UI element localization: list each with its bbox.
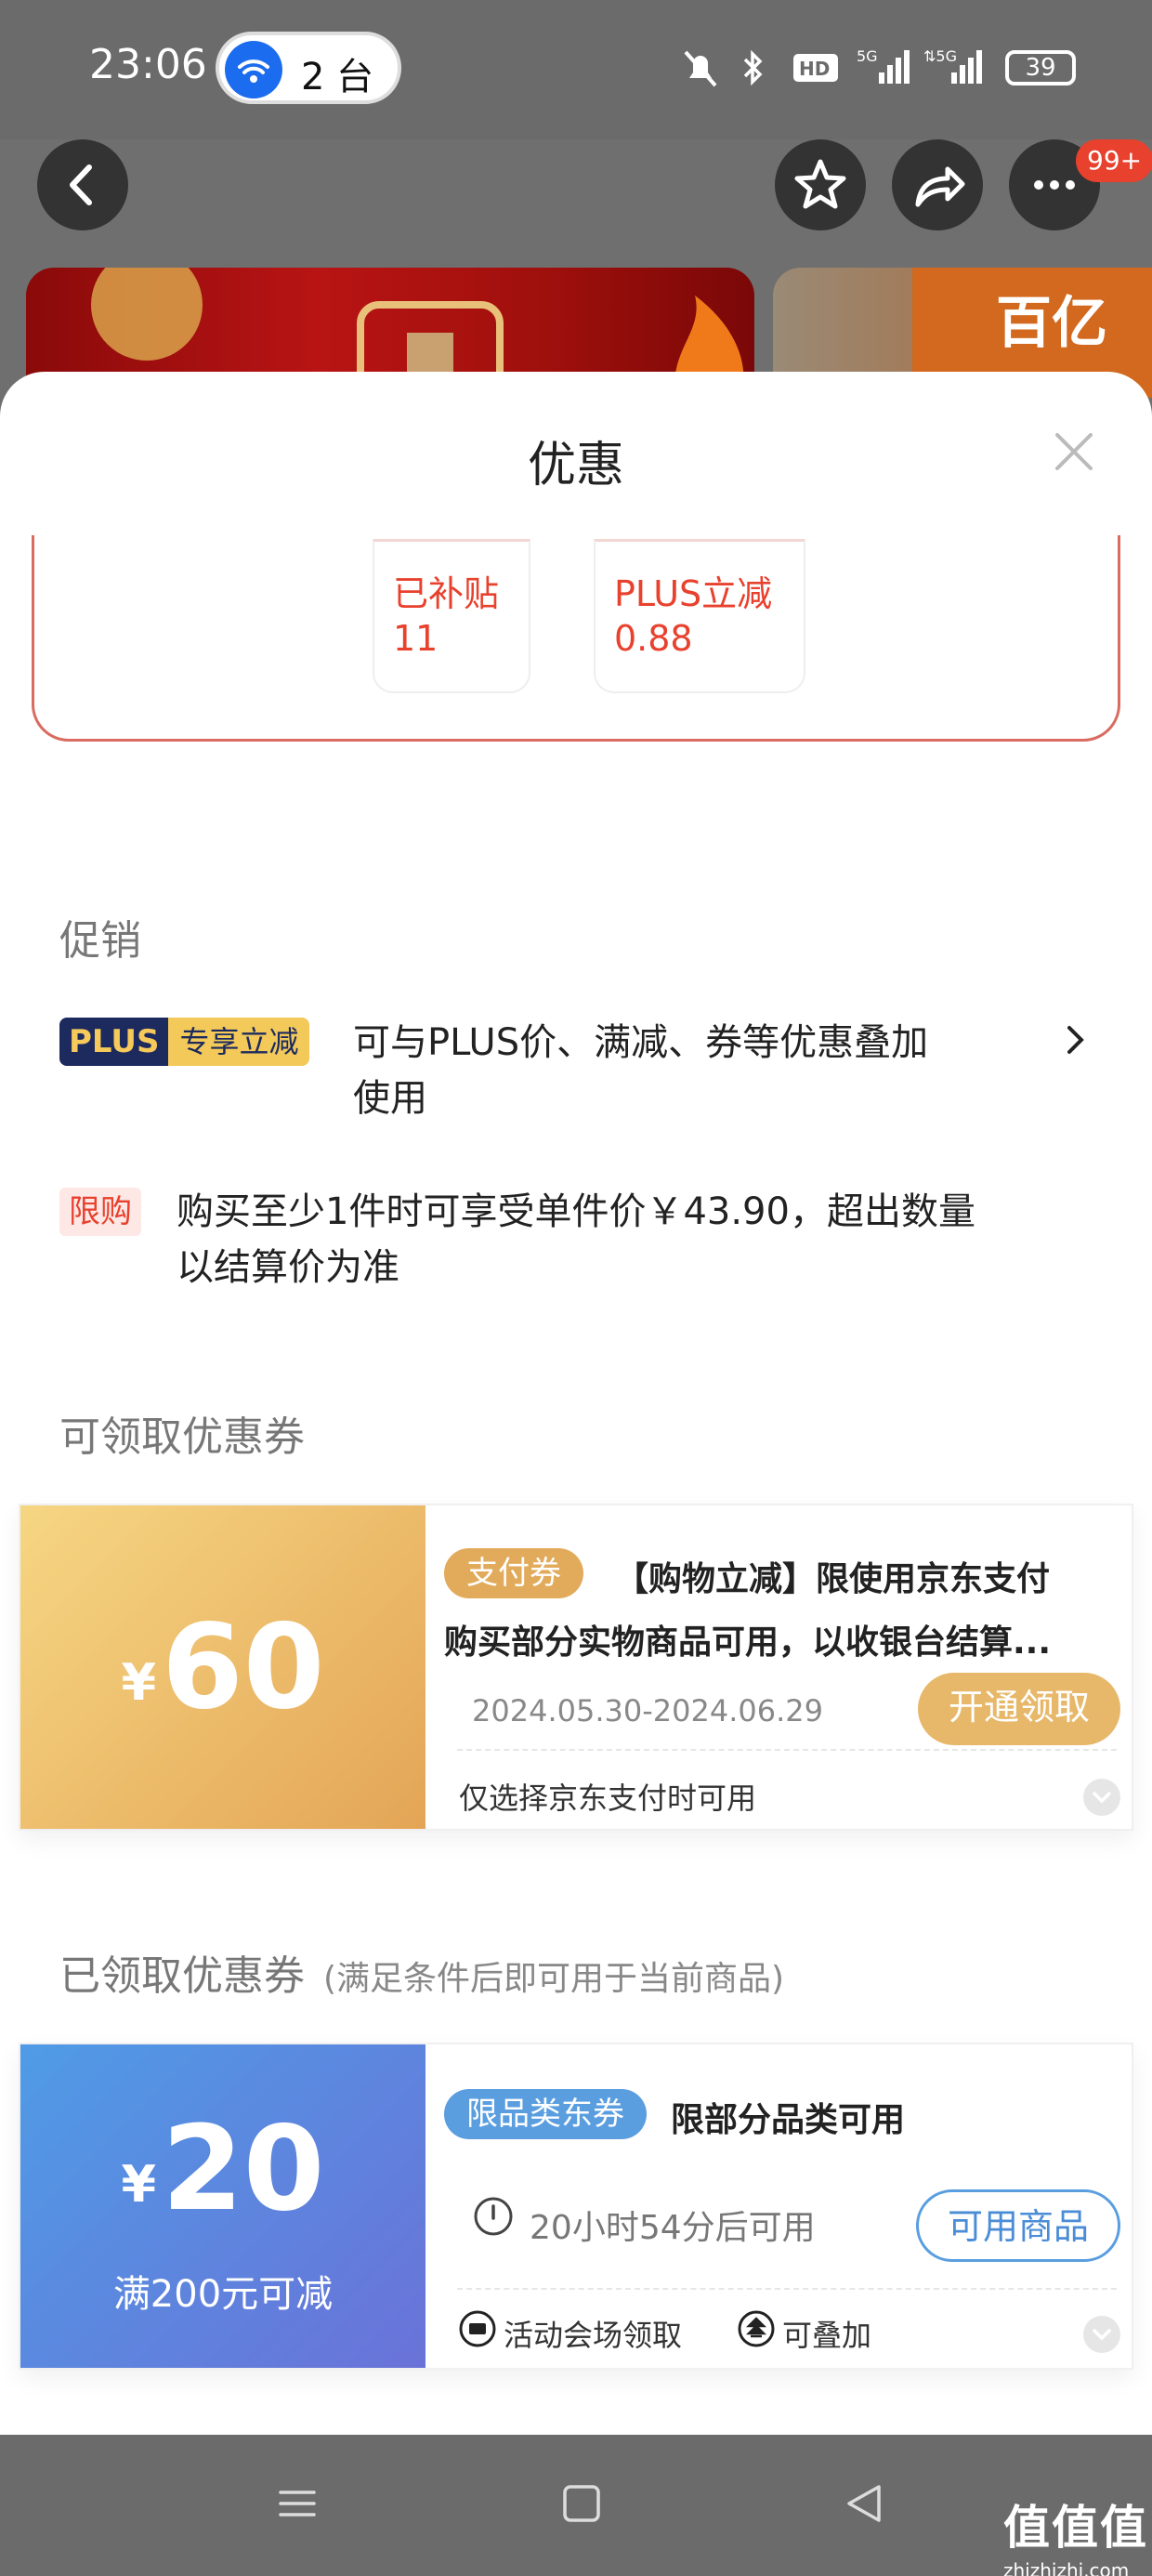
status-time: 23:06: [89, 41, 207, 88]
home-square-icon[interactable]: [559, 2481, 604, 2526]
close-button[interactable]: [1050, 427, 1098, 476]
watermark-logo: 值值值: [1003, 2501, 1148, 2555]
signal-5g-icon: 5G: [857, 47, 910, 84]
expand-chevron-button-2[interactable]: [1083, 2316, 1120, 2353]
status-bar: 23:06 2 台 HD 5G ⇅5G 39: [0, 0, 1152, 139]
menu-icon[interactable]: [275, 2481, 320, 2526]
signal-5g-second-icon: ⇅5G: [923, 47, 982, 84]
share-button[interactable]: [892, 139, 983, 230]
subsidy-value: 11: [393, 618, 439, 659]
plus-promo-line2: 使用: [353, 1077, 427, 1120]
chevron-left-icon: [70, 164, 92, 205]
discount-sheet: 优惠 已补贴 11 PLUS立减 0.88 促销 PLUS 专享立减 可与PLU…: [0, 372, 1152, 2435]
ticket-icon: [459, 2310, 496, 2347]
available-products-button[interactable]: 可用商品: [916, 2189, 1120, 2262]
payment-coupon-tag: 支付券: [444, 1548, 583, 1598]
coupon2-title: 限部分品类可用: [671, 2101, 906, 2139]
claimed-heading-text: 已领取优惠券: [59, 1952, 305, 2000]
expand-chevron-button[interactable]: [1083, 1779, 1120, 1816]
plus-promo-text[interactable]: 可与PLUS价、满减、券等优惠叠加 使用: [353, 1015, 1041, 1126]
coupon-currency: ¥: [121, 1653, 157, 1712]
plus-discount-value: 0.88: [614, 618, 693, 659]
coupon2-amount: 20: [162, 2100, 325, 2237]
plus-exclusive-tag: PLUS 专享立减: [59, 1018, 310, 1066]
hotspot-count: 2 台: [301, 56, 374, 99]
chevron-down-icon: [1093, 1792, 1111, 1804]
coupon-footer-note: 仅选择京东支付时可用: [459, 1781, 757, 1816]
chevron-down-icon-2: [1093, 2329, 1111, 2341]
limit-line1: 购买至少1件时可享受单件价￥43.90，超出数量: [177, 1190, 975, 1233]
coupon2-footer-source: 活动会场领取: [504, 2318, 683, 2353]
wifi-hotspot-icon: [225, 41, 282, 99]
subsidy-chip: 已补贴 11: [373, 539, 530, 693]
sheet-title: 优惠: [527, 438, 624, 493]
svg-text:5G: 5G: [857, 47, 878, 65]
coupon2-divider: [457, 2288, 1117, 2290]
coupon-amount: 60: [162, 1598, 325, 1735]
stack-icon: [738, 2310, 775, 2347]
coupon-title: 【购物立减】限使用京东支付: [615, 1560, 1051, 1598]
svg-text:百亿: 百亿: [996, 291, 1107, 356]
countdown-hours: 20: [530, 2209, 572, 2247]
svg-text:⇅5G: ⇅5G: [923, 47, 957, 65]
back-button[interactable]: [37, 139, 128, 230]
payment-coupon-card: ¥60 支付券 【购物立减】限使用京东支付 购买部分实物商品可用，以收银台结算.…: [19, 1504, 1133, 1831]
limit-line2: 以结算价为准: [177, 1246, 399, 1289]
coupon2-currency: ¥: [121, 2155, 157, 2214]
category-coupon-tag: 限品类东券: [444, 2089, 647, 2139]
coupon2-countdown: 20小时54分后可用: [530, 2201, 816, 2249]
activate-claim-button[interactable]: 开通领取: [918, 1673, 1120, 1745]
clock-icon: [474, 2197, 513, 2236]
favorite-button[interactable]: [775, 139, 866, 230]
coupon-divider: [457, 1749, 1117, 1751]
watermark: 值值值 zhizhizhi.com: [1003, 2491, 1148, 2576]
price-breakdown-box: 已补贴 11 PLUS立减 0.88: [32, 535, 1120, 742]
coupon-description: 购买部分实物商品可用，以收银台结算...: [444, 1623, 1052, 1662]
chevron-right-icon[interactable]: [1065, 1024, 1087, 1056]
claimed-coupons-heading: 已领取优惠券 (满足条件后即可用于当前商品): [59, 1942, 784, 2002]
plus-discount-label: PLUS立减: [614, 573, 773, 614]
coupon-validity: 2024.05.30-2024.06.29: [472, 1693, 823, 1728]
available-coupons-heading: 可领取优惠券: [59, 1413, 305, 1461]
coupon2-condition: 满200元可减: [112, 2273, 334, 2316]
plus-tag-sub: 专享立减: [168, 1018, 310, 1066]
countdown-suffix: 分后可用: [681, 2209, 816, 2247]
limit-purchase-text: 购买至少1件时可享受单件价￥43.90，超出数量 以结算价为准: [177, 1184, 1106, 1295]
plus-tag-label: PLUS: [59, 1018, 169, 1066]
share-icon: [915, 166, 965, 207]
coupon-amount-panel: ¥60: [20, 1505, 425, 1829]
plus-promo-line1: 可与PLUS价、满减、券等优惠叠加: [353, 1021, 929, 1064]
claimed-subheading: (满足条件后即可用于当前商品): [323, 1960, 785, 1998]
back-triangle-icon[interactable]: [842, 2481, 886, 2526]
countdown-unit-hours: 小时: [571, 2209, 639, 2247]
plus-discount-chip: PLUS立减 0.88: [594, 539, 805, 693]
subsidy-label: 已补贴: [393, 573, 500, 614]
promotions-heading: 促销: [59, 917, 141, 965]
coupon-amount-panel-2: ¥20 满200元可减: [20, 2044, 425, 2368]
notification-badge: 99+: [1076, 139, 1152, 182]
close-icon: [1055, 433, 1093, 470]
star-icon: [794, 159, 846, 209]
coupon2-footer-stackable: 可叠加: [782, 2318, 872, 2353]
battery-icon: 39: [1005, 50, 1076, 85]
watermark-url: zhizhizhi.com: [1003, 2559, 1130, 2576]
svg-text:HD: HD: [799, 58, 830, 80]
hd-voice-icon: HD: [793, 54, 838, 82]
limit-purchase-tag: 限购: [59, 1188, 141, 1236]
system-nav-bar: [0, 2435, 1152, 2576]
hotspot-pill[interactable]: 2 台: [216, 32, 401, 104]
countdown-minutes: 54: [638, 2209, 682, 2247]
category-coupon-card: ¥20 满200元可减 限品类东券 限部分品类可用 20小时54分后可用 可用商…: [19, 2043, 1133, 2370]
bluetooth-icon: [743, 49, 763, 86]
mute-bell-icon: [684, 50, 717, 87]
